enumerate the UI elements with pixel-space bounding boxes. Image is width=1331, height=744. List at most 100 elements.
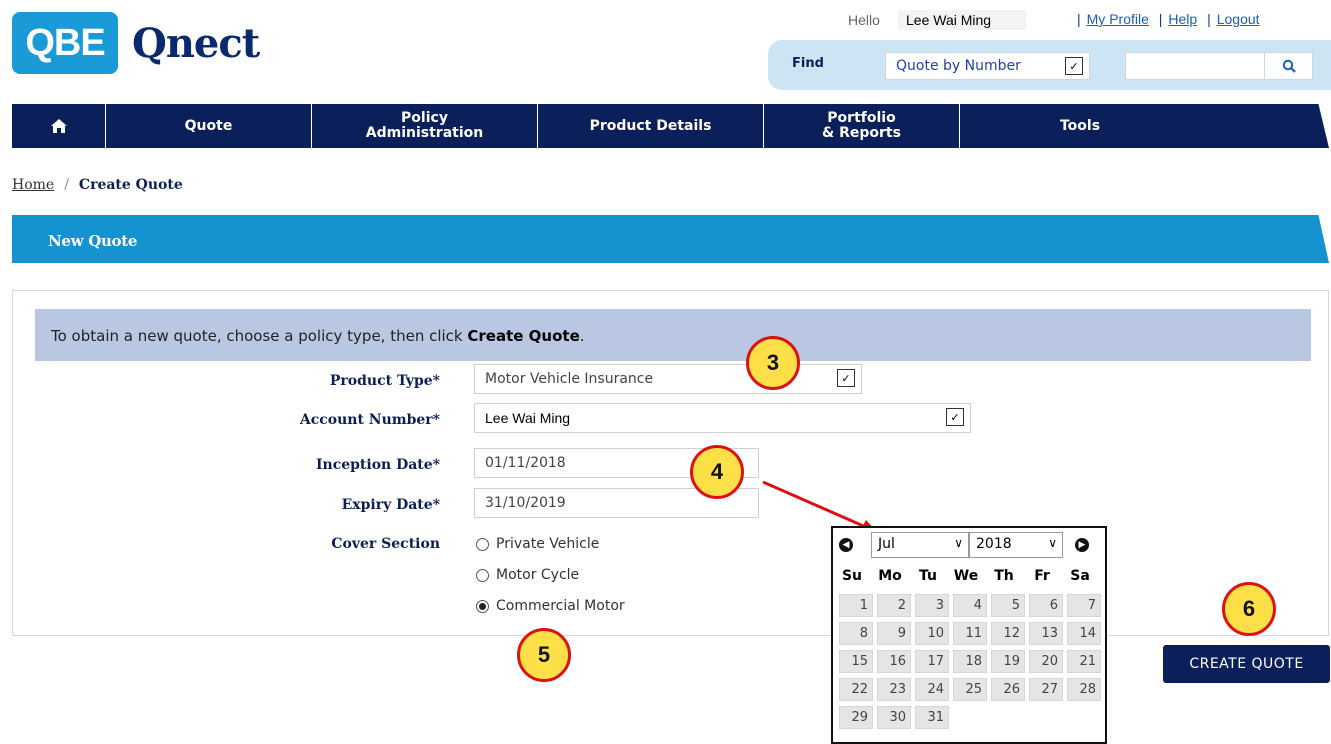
user-name: Lee Wai Ming — [898, 10, 1026, 30]
nav-tools-label: Tools — [1059, 117, 1101, 134]
weekday-label: Su — [841, 568, 863, 584]
radio-commercial-motor[interactable] — [476, 599, 489, 613]
weekday-label: We — [953, 568, 979, 584]
calendar-day[interactable]: 1 — [839, 594, 873, 617]
cover-option-commercial-motor[interactable]: Commercial Motor — [476, 598, 625, 614]
calendar-day[interactable]: 5 — [991, 594, 1025, 617]
breadcrumb-separator: / — [64, 177, 69, 193]
product-type-select[interactable]: Motor Vehicle Insurance ✓ — [474, 364, 862, 394]
calendar-day[interactable]: 8 — [839, 622, 873, 645]
weekday-header: Su Mo Tu We Th Fr Sa — [833, 562, 1105, 590]
month-value: Jul — [878, 536, 895, 552]
calendar-day[interactable]: 7 — [1067, 594, 1101, 617]
find-label: Find — [792, 56, 824, 71]
calendar-day[interactable]: 19 — [991, 650, 1025, 673]
calendar-day[interactable]: 26 — [991, 678, 1025, 701]
logo-wordmark: Qnect — [132, 19, 260, 67]
radio-private-vehicle[interactable] — [476, 537, 489, 551]
account-number-select[interactable]: Lee Wai Ming ✓ — [474, 403, 971, 433]
calendar-day[interactable]: 3 — [915, 594, 949, 617]
find-type-value: Quote by Number — [896, 58, 1021, 74]
calendar-day[interactable]: 28 — [1067, 678, 1101, 701]
chevron-down-icon: ∨ — [1048, 536, 1057, 550]
calendar-day[interactable]: 13 — [1029, 622, 1063, 645]
calendar-day[interactable]: 17 — [915, 650, 949, 673]
prev-month-icon[interactable]: ◀ — [839, 538, 853, 552]
nav-quote[interactable]: Quote — [106, 104, 312, 148]
create-quote-button[interactable]: CREATE QUOTE — [1163, 645, 1330, 683]
intro-text: To obtain a new quote, choose a policy t… — [35, 309, 1311, 361]
inception-date-label: Inception Date* — [315, 457, 440, 473]
find-search-button[interactable] — [1265, 52, 1313, 80]
nav-portfolio-label-2: & Reports — [822, 125, 901, 141]
calendar-day[interactable]: 29 — [839, 706, 873, 729]
calendar-day[interactable]: 9 — [877, 622, 911, 645]
help-link[interactable]: Help — [1168, 11, 1197, 27]
cover-option-label: Commercial Motor — [496, 598, 625, 614]
cover-section-label: Cover Section — [331, 536, 440, 552]
weekday-label: Tu — [919, 568, 937, 584]
my-profile-link[interactable]: My Profile — [1087, 11, 1149, 27]
weekday-label: Fr — [1034, 568, 1050, 584]
section-header: New Quote — [12, 215, 1329, 263]
cover-option-motor-cycle[interactable]: Motor Cycle — [476, 567, 579, 583]
calendar-day[interactable]: 25 — [953, 678, 987, 701]
cover-option-label: Motor Cycle — [496, 567, 580, 583]
nav-policy-label-2: Administration — [365, 125, 484, 141]
next-month-icon[interactable]: ▶ — [1075, 538, 1089, 552]
nav-policy-label-1: Policy — [401, 110, 448, 126]
intro-prefix: To obtain a new quote, choose a policy t… — [51, 327, 468, 345]
nav-portfolio-label-1: Portfolio — [827, 110, 896, 126]
calendar-day[interactable]: 14 — [1067, 622, 1101, 645]
intro-bold: Create Quote — [467, 327, 580, 345]
weekday-label: Mo — [878, 568, 902, 584]
chevron-down-icon: ∨ — [954, 536, 963, 550]
calendar-day[interactable]: 20 — [1029, 650, 1063, 673]
account-number-label: Account Number* — [299, 412, 440, 428]
year-select[interactable]: 2018 ∨ — [969, 532, 1063, 558]
main-nav: Quote Policy Administration Product Deta… — [12, 104, 1329, 148]
breadcrumb-home[interactable]: Home — [12, 177, 54, 193]
qbe-logo[interactable]: QBE Qnect — [12, 12, 260, 74]
calendar-day[interactable]: 21 — [1067, 650, 1101, 673]
year-value: 2018 — [976, 536, 1012, 552]
calendar-day[interactable]: 10 — [915, 622, 949, 645]
weekday-label: Sa — [1070, 568, 1090, 584]
calendar-day[interactable]: 4 — [953, 594, 987, 617]
find-search-input[interactable] — [1125, 52, 1265, 80]
calendar-day[interactable]: 12 — [991, 622, 1025, 645]
nav-quote-label: Quote — [184, 117, 233, 134]
radio-motor-cycle[interactable] — [476, 568, 489, 582]
home-icon — [50, 119, 67, 133]
breadcrumb-current: Create Quote — [78, 177, 183, 193]
calendar-day[interactable]: 31 — [915, 706, 949, 729]
calendar-day[interactable]: 24 — [915, 678, 949, 701]
chevron-down-icon: ✓ — [1065, 57, 1083, 75]
search-icon — [1282, 59, 1296, 73]
product-type-label: Product Type* — [329, 373, 440, 389]
callout-3: 3 — [746, 336, 800, 390]
account-number-value: Lee Wai Ming — [485, 410, 571, 426]
logout-link[interactable]: Logout — [1217, 11, 1260, 27]
calendar-day[interactable]: 2 — [877, 594, 911, 617]
calendar-day[interactable]: 6 — [1029, 594, 1063, 617]
nav-product-details[interactable]: Product Details — [538, 104, 764, 148]
nav-tools[interactable]: Tools — [960, 104, 1200, 148]
nav-portfolio-reports[interactable]: Portfolio & Reports — [764, 104, 960, 148]
calendar-day[interactable]: 30 — [877, 706, 911, 729]
month-select[interactable]: Jul ∨ — [871, 532, 969, 558]
calendar-day[interactable]: 22 — [839, 678, 873, 701]
calendar-day[interactable]: 11 — [953, 622, 987, 645]
find-type-select[interactable]: Quote by Number ✓ — [885, 52, 1090, 80]
calendar-day[interactable]: 16 — [877, 650, 911, 673]
calendar-day[interactable]: 18 — [953, 650, 987, 673]
nav-policy-administration[interactable]: Policy Administration — [312, 104, 538, 148]
calendar-day[interactable]: 27 — [1029, 678, 1063, 701]
callout-5: 5 — [517, 628, 571, 682]
callout-6: 6 — [1222, 582, 1276, 636]
cover-option-private-vehicle[interactable]: Private Vehicle — [476, 536, 599, 552]
calendar-day[interactable]: 23 — [877, 678, 911, 701]
hello-text: Hello — [848, 12, 880, 28]
calendar-day[interactable]: 15 — [839, 650, 873, 673]
nav-home[interactable] — [12, 104, 106, 148]
